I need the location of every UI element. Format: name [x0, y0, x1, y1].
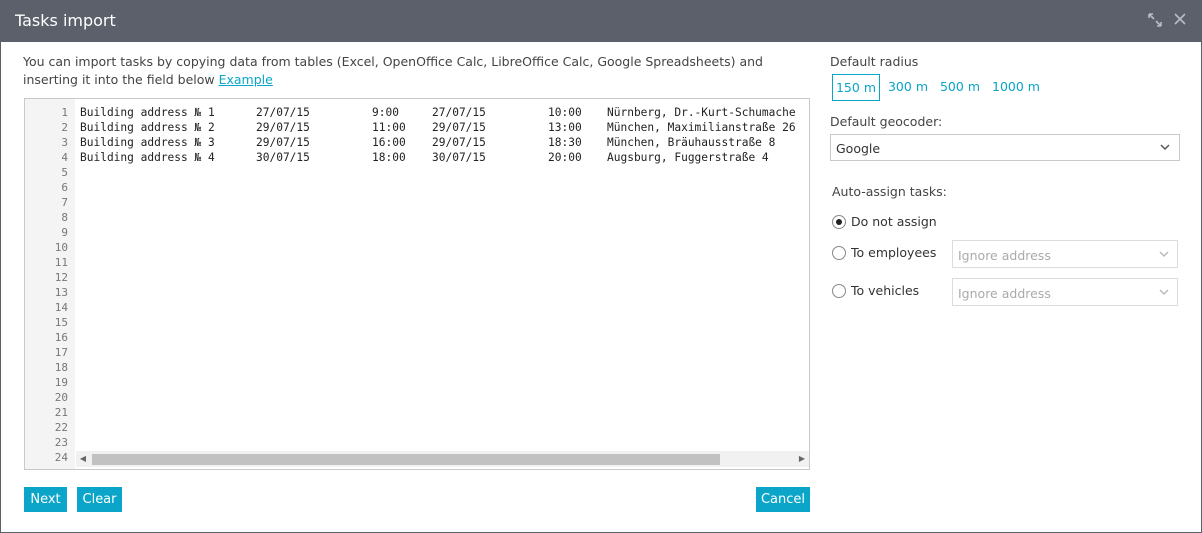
editor-cell: 30/07/15 [432, 151, 486, 164]
line-number: 1 [61, 106, 68, 119]
line-number: 14 [54, 301, 68, 314]
editor-cell: Building address № 3 [80, 136, 215, 149]
editor-cell: Building address № 4 [80, 151, 215, 164]
dialog-titlebar[interactable]: Tasks import [1, 1, 1201, 42]
line-number: 17 [54, 346, 68, 359]
dialog-title: Tasks import [15, 11, 116, 30]
next-button[interactable]: Next [24, 487, 67, 512]
line-number: 5 [61, 166, 68, 179]
cancel-button[interactable]: Cancel [756, 487, 810, 512]
line-number: 7 [61, 196, 68, 209]
geocoder-select[interactable]: Google [830, 134, 1180, 161]
chevron-down-icon [1158, 286, 1170, 298]
radio-to-vehicles[interactable] [832, 284, 846, 298]
line-number: 12 [54, 271, 68, 284]
editor-cell: München, Bräuhausstraße 8 [607, 136, 776, 149]
editor-cell: 27/07/15 [256, 106, 310, 119]
employees-address-select[interactable]: Ignore address [952, 240, 1178, 268]
editor-cell: 11:00 [372, 121, 406, 134]
geocoder-value: Google [836, 141, 881, 156]
line-number: 19 [54, 376, 68, 389]
scroll-right-arrow-icon[interactable]: ▶ [795, 451, 809, 467]
line-number: 15 [54, 316, 68, 329]
radio-label-do-not-assign: Do not assign [851, 214, 937, 229]
close-icon[interactable] [1171, 12, 1189, 30]
scroll-left-arrow-icon[interactable]: ◀ [76, 451, 90, 467]
default-geocoder-label: Default geocoder: [830, 114, 943, 129]
line-number: 3 [61, 136, 68, 149]
tasks-import-dialog: Tasks import You can import tasks by cop… [0, 0, 1202, 533]
clear-button[interactable]: Clear [77, 487, 122, 512]
line-number: 4 [61, 151, 68, 164]
radius-option-300[interactable]: 300 m [884, 74, 932, 101]
radio-to-employees[interactable] [832, 246, 846, 260]
radio-do-not-assign[interactable] [832, 215, 846, 229]
line-number: 2 [61, 121, 68, 134]
editor-cell: 18:00 [372, 151, 406, 164]
radius-option-500[interactable]: 500 m [936, 74, 984, 101]
line-number: 20 [54, 391, 68, 404]
editor-cell: 16:00 [372, 136, 406, 149]
line-number-gutter: 1 2 3 4 5 6 7 8 9 10 11 12 13 14 15 16 17 18 19 20 21 22 23 24 [25, 99, 75, 469]
editor-cell: 29/07/15 [432, 121, 486, 134]
vehicles-address-value: Ignore address [958, 286, 1051, 301]
default-radius-label: Default radius [830, 54, 919, 69]
intro-text: You can import tasks by copying data fro… [23, 53, 808, 89]
radio-label-to-vehicles: To vehicles [851, 283, 920, 298]
example-link[interactable]: Example [219, 72, 273, 87]
editor-cell: 10:00 [548, 106, 582, 119]
line-number: 23 [54, 436, 68, 449]
editor-cell: 13:00 [548, 121, 582, 134]
editor-content[interactable]: Building address № 1 27/07/15 9:00 27/07/15… [80, 99, 808, 451]
expand-icon[interactable] [1146, 12, 1164, 30]
line-number: 6 [61, 181, 68, 194]
editor-cell: 18:30 [548, 136, 582, 149]
line-number: 13 [54, 286, 68, 299]
vehicles-address-select[interactable]: Ignore address [952, 278, 1178, 306]
auto-assign-label: Auto-assign tasks: [832, 184, 947, 199]
horizontal-scrollbar[interactable]: ◀ ▶ [76, 451, 809, 467]
line-number: 24 [54, 451, 68, 464]
editor-cell: Augsburg, Fuggerstraße 4 [607, 151, 769, 164]
employees-address-value: Ignore address [958, 248, 1051, 263]
editor-cell: 9:00 [372, 106, 399, 119]
line-number: 11 [54, 256, 68, 269]
editor-cell: Nürnberg, Dr.-Kurt-Schumache [607, 106, 796, 119]
chevron-down-icon [1159, 141, 1171, 153]
import-data-editor[interactable]: 1 2 3 4 5 6 7 8 9 10 11 12 13 14 15 16 17 18 19 20 21 22 23 24 … [24, 98, 810, 470]
editor-cell: München, Maximilianstraße 26 [607, 121, 796, 134]
editor-cell: Building address № 2 [80, 121, 215, 134]
line-number: 9 [61, 226, 68, 239]
chevron-down-icon [1158, 248, 1170, 260]
line-number: 22 [54, 421, 68, 434]
editor-cell: 30/07/15 [256, 151, 310, 164]
line-number: 21 [54, 406, 68, 419]
line-number: 10 [54, 241, 68, 254]
editor-cell: 29/07/15 [432, 136, 486, 149]
editor-cell: 29/07/15 [256, 136, 310, 149]
radius-option-1000[interactable]: 1000 m [988, 74, 1044, 101]
editor-cell: 29/07/15 [256, 121, 310, 134]
editor-cell: Building address № 1 [80, 106, 215, 119]
editor-cell: 27/07/15 [432, 106, 486, 119]
line-number: 18 [54, 361, 68, 374]
editor-cell: 20:00 [548, 151, 582, 164]
line-number: 16 [54, 331, 68, 344]
scrollbar-thumb[interactable] [92, 454, 720, 465]
intro-description: You can import tasks by copying data fro… [23, 54, 763, 87]
radio-label-to-employees: To employees [851, 245, 937, 260]
line-number: 8 [61, 211, 68, 224]
radius-option-150[interactable]: 150 m [832, 74, 880, 101]
